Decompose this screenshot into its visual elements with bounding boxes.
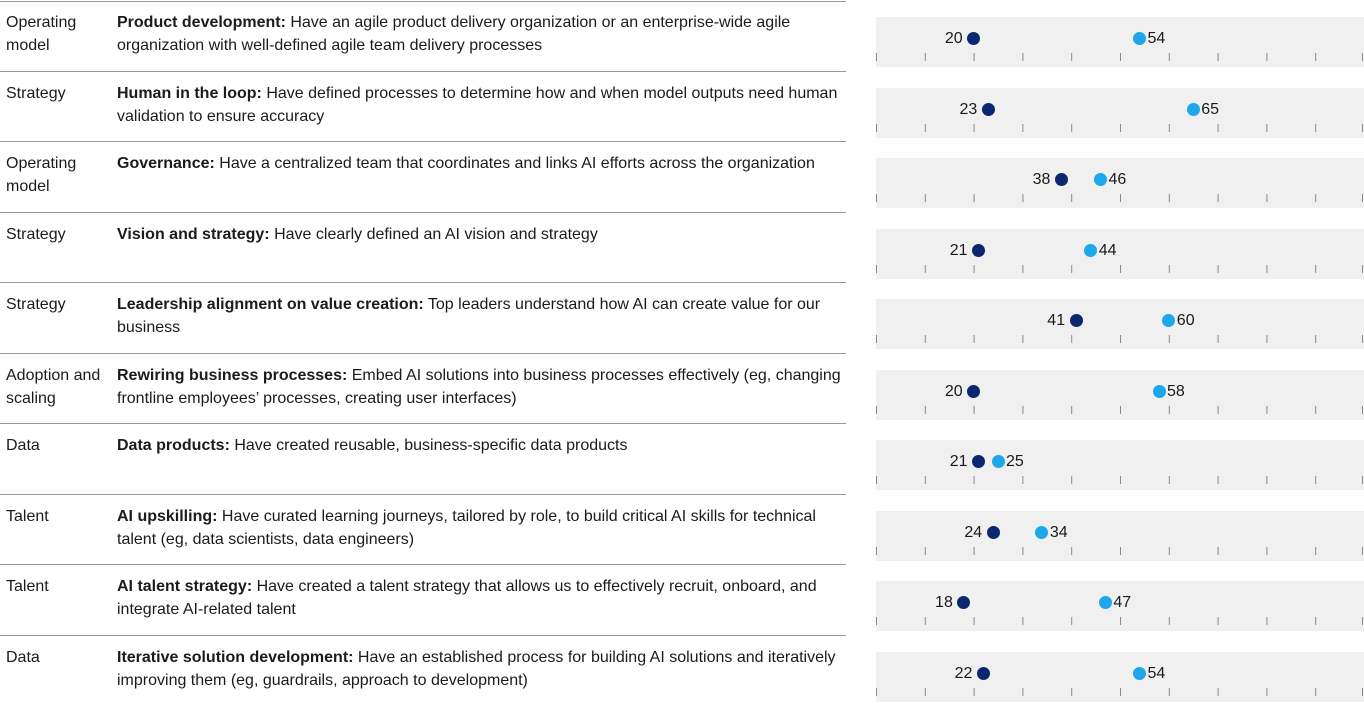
practice-title: Product development: <box>117 14 286 31</box>
category-label: Adoption and scaling <box>6 366 101 407</box>
data-point-low <box>981 102 995 116</box>
data-label-high: 54 <box>1147 30 1166 47</box>
category-label: Operating model <box>6 155 77 195</box>
data-label-low: 21 <box>949 453 968 470</box>
data-label-high: 58 <box>1167 382 1185 400</box>
data-label-high: 54 <box>1147 664 1166 682</box>
chart-row: Operating model Governance: Have a centra… <box>0 142 1364 213</box>
tick-marks <box>876 687 1363 696</box>
practice-description: Data products: Have created reusable, bu… <box>117 434 847 457</box>
data-point-high <box>991 455 1005 468</box>
practice-description: Vision and strategy: Have clearly define… <box>117 223 847 246</box>
data-point-high <box>1152 384 1166 398</box>
practice-title: AI talent strategy: <box>117 578 253 595</box>
data-point-high <box>1084 243 1098 257</box>
practice-description: Iterative solution development: Have an … <box>117 646 847 692</box>
data-label-low: 24 <box>964 523 983 541</box>
category-label: Talent <box>6 507 49 525</box>
tick-marks <box>876 335 1363 343</box>
data-point-low <box>967 32 981 45</box>
data-point-low <box>976 666 990 680</box>
practice-title: AI upskilling: <box>117 507 218 525</box>
chart-row: Adoption and scaling Rewiring business pr… <box>0 354 1364 424</box>
data-point-high <box>1133 666 1147 680</box>
tick-marks <box>876 123 1363 132</box>
category-label: Data <box>6 437 40 454</box>
data-point-low <box>1054 173 1068 186</box>
category-label: Strategy <box>6 225 66 243</box>
practice-title: Human in the loop: <box>117 84 262 102</box>
data-point-high <box>1133 32 1147 45</box>
chart-row: Strategy Human in the loop: Have defined … <box>0 72 1364 142</box>
data-label-high: 44 <box>1098 241 1117 259</box>
data-label-high: 34 <box>1049 523 1068 541</box>
practice-description: AI talent strategy: Have created a talen… <box>117 575 847 621</box>
practice-title: Vision and strategy: <box>117 225 270 243</box>
practice-text: Have curated learning journeys, tailored… <box>117 507 816 548</box>
data-label-high: 47 <box>1113 594 1132 611</box>
data-point-low <box>1069 314 1083 327</box>
data-label-low: 20 <box>944 382 963 400</box>
chart-row: Data Data products: Have created reusable… <box>0 424 1364 495</box>
data-point-low <box>971 243 985 257</box>
data-point-low <box>986 525 1000 539</box>
data-label-low: 20 <box>944 30 963 47</box>
practice-description: Human in the loop: Have defined processe… <box>117 82 847 128</box>
data-point-low <box>971 455 985 468</box>
chart-row: Talent AI talent strategy: Have created a… <box>0 565 1364 636</box>
data-point-high <box>1093 173 1107 186</box>
data-label-low: 41 <box>1047 312 1066 329</box>
practice-description: Rewiring business processes: Embed AI so… <box>117 364 847 410</box>
category-label: Data <box>6 648 40 666</box>
practice-description: AI upskilling: Have curated learning jou… <box>117 505 847 551</box>
practice-title: Iterative solution development: <box>117 648 354 666</box>
data-label-low: 38 <box>1032 171 1051 188</box>
data-label-high: 46 <box>1108 171 1127 188</box>
category-label: Operating model <box>6 14 77 54</box>
data-point-high <box>1035 525 1049 539</box>
category-label: Talent <box>6 578 49 595</box>
practices-chart: Operating model Product development: Have… <box>0 0 1364 715</box>
category-label: Strategy <box>6 296 66 313</box>
practice-description: Leadership alignment on value creation: … <box>117 293 847 339</box>
practice-description: Product development: Have an agile produ… <box>117 11 847 57</box>
practice-text: Have a centralized team that coordinates… <box>214 155 815 172</box>
chart-row: Talent AI upskilling: Have curated learni… <box>0 495 1364 565</box>
chart-row: Data Iterative solution development: Have… <box>0 636 1364 707</box>
data-label-low: 21 <box>949 241 968 259</box>
chart-row: Strategy Vision and strategy: Have clearl… <box>0 213 1364 283</box>
data-point-high <box>1098 596 1112 609</box>
practice-description: Governance: Have a centralized team that… <box>117 152 847 175</box>
chart-row: Operating model Product development: Have… <box>0 1 1364 72</box>
data-label-high: 65 <box>1201 100 1219 118</box>
practice-title: Rewiring business processes: <box>117 366 348 384</box>
data-label-low: 22 <box>954 664 973 682</box>
data-label-low: 18 <box>935 594 953 611</box>
practice-title: Leadership alignment on value creation: <box>117 296 424 313</box>
practice-text: Have clearly defined an AI vision and st… <box>269 225 598 243</box>
practice-title: Data products: <box>117 437 230 454</box>
category-label: Strategy <box>6 84 66 102</box>
tick-marks <box>876 546 1363 555</box>
chart-row: Strategy Leadership alignment on value cr… <box>0 283 1364 354</box>
data-label-low: 23 <box>959 100 978 118</box>
data-label-high: 60 <box>1176 312 1195 329</box>
practice-title: Governance: <box>117 155 215 172</box>
practice-text: Have created reusable, business-specific… <box>229 437 628 454</box>
data-point-high <box>1186 102 1200 116</box>
data-point-low <box>967 384 981 398</box>
data-label-high: 25 <box>1006 453 1024 470</box>
